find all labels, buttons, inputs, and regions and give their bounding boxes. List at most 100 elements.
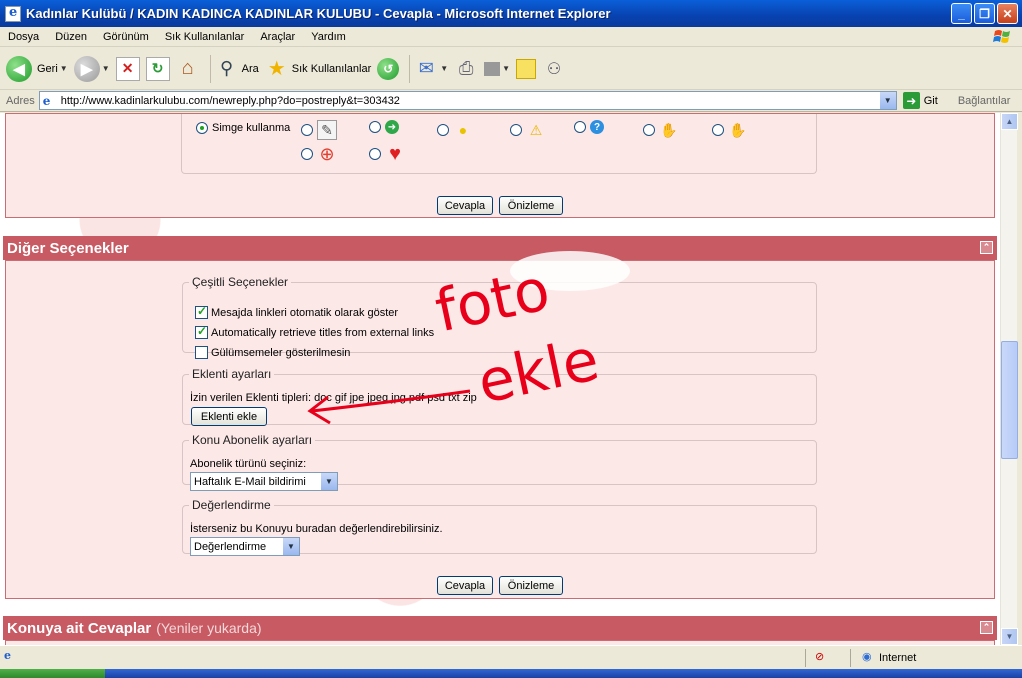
- warning-icon: ⚠: [529, 121, 543, 138]
- scroll-down-icon[interactable]: ▼: [1001, 628, 1018, 645]
- icon-option-question[interactable]: ?: [574, 120, 604, 134]
- icon-option-none[interactable]: Simge kullanma: [196, 122, 290, 134]
- preview-button-bottom[interactable]: Önizleme: [499, 576, 563, 595]
- menu-bar: Dosya Düzen Görünüm Sık Kullanılanlar Ar…: [0, 27, 1022, 47]
- radio-thumbs-up[interactable]: [712, 124, 724, 136]
- icon-option-heart[interactable]: ♥: [369, 142, 405, 165]
- stop-button[interactable]: ✕: [115, 56, 140, 81]
- edit-dropdown-icon[interactable]: ▼: [502, 64, 510, 73]
- rating-legend: Değerlendirme: [192, 498, 271, 512]
- radio-lightbulb[interactable]: [437, 124, 449, 136]
- question-icon: ?: [590, 120, 604, 134]
- radio-heart[interactable]: [369, 148, 381, 160]
- forward-arrow-icon: ▶: [73, 55, 100, 82]
- reply-button-top[interactable]: Cevapla: [437, 196, 493, 215]
- mail-icon: ✉: [418, 58, 434, 78]
- disable-smilies-checkbox[interactable]: [195, 346, 208, 359]
- go-button[interactable]: ➜ Git: [902, 92, 938, 109]
- icon-option-lifebuoy[interactable]: ⊕: [301, 144, 337, 164]
- icon-option-warning[interactable]: ⚠: [510, 120, 546, 140]
- back-dropdown-icon[interactable]: ▼: [60, 64, 68, 73]
- start-button[interactable]: [0, 669, 105, 678]
- address-dropdown-icon[interactable]: ▼: [879, 92, 896, 109]
- messenger-button[interactable]: ⚇: [542, 57, 566, 81]
- icon-option-thumbs-down[interactable]: ✋: [643, 120, 679, 140]
- go-label: Git: [923, 94, 938, 107]
- scroll-thumb[interactable]: [1001, 341, 1018, 459]
- menu-help[interactable]: Yardım: [303, 31, 354, 43]
- back-button[interactable]: ◀ Geri ▼: [6, 55, 68, 82]
- print-button[interactable]: ⎙: [454, 57, 478, 81]
- favorites-button[interactable]: ★ Sık Kullanılanlar: [265, 57, 371, 81]
- radio-thumbs-down[interactable]: [643, 124, 655, 136]
- home-button[interactable]: ⌂: [176, 57, 200, 81]
- toolbar-divider: [409, 54, 411, 83]
- search-button[interactable]: ⚲ Ara: [215, 57, 259, 81]
- heart-icon: ♥: [389, 142, 401, 165]
- rating-selected: Değerlendirme: [194, 540, 267, 553]
- radio-lifebuoy[interactable]: [301, 148, 313, 160]
- collapse-icon[interactable]: ⌃: [980, 621, 993, 634]
- annotation-arrow-line: [311, 389, 471, 413]
- home-icon: ⌂: [181, 57, 194, 79]
- rating-fieldset: Değerlendirme İsterseniz bu Konuyu burad…: [182, 498, 817, 556]
- icon-option-page[interactable]: ✎: [301, 120, 337, 140]
- vertical-scrollbar[interactable]: ▲ ▼: [1000, 113, 1018, 645]
- search-label: Ara: [241, 62, 259, 75]
- rating-select[interactable]: Değerlendirme ▼: [190, 537, 300, 556]
- mail-button[interactable]: ✉ ▼: [414, 57, 448, 81]
- radio-page[interactable]: [301, 124, 313, 136]
- windows-logo-icon: [993, 30, 1010, 43]
- scroll-up-icon[interactable]: ▲: [1001, 113, 1018, 130]
- icon-option-arrow[interactable]: ➜: [369, 120, 399, 134]
- forward-dropdown-icon[interactable]: ▼: [102, 64, 110, 73]
- rating-prompt: İsterseniz bu Konuyu buradan değerlendir…: [190, 523, 443, 535]
- annotation-foto: foto: [430, 255, 556, 345]
- handwritten-annotation: foto ekle: [307, 251, 630, 425]
- note-icon: [516, 58, 537, 79]
- other-options-title: Diğer Seçenekler: [7, 239, 129, 257]
- radio-warning[interactable]: [510, 124, 522, 136]
- icon-option-thumbs-up[interactable]: ✋: [712, 120, 748, 140]
- subscription-select[interactable]: Haftalık E-Mail bildirimi ▼: [190, 472, 338, 491]
- refresh-button[interactable]: ↻: [145, 56, 170, 81]
- radio-none[interactable]: [196, 122, 208, 134]
- retrieve-titles-checkbox[interactable]: [195, 324, 208, 339]
- edit-button[interactable]: ▼: [484, 61, 510, 76]
- attachments-legend: Eklenti ayarları: [192, 367, 272, 381]
- back-arrow-icon: ◀: [6, 55, 32, 82]
- maximize-button[interactable]: ❐: [974, 3, 995, 24]
- replies-header: Konuya ait Cevaplar (Yeniler yukarda) ⌃: [3, 616, 997, 640]
- collapse-icon[interactable]: ⌃: [980, 241, 993, 254]
- radio-arrow[interactable]: [369, 121, 381, 133]
- status-bar: e ⊘ ◉ Internet: [0, 645, 1022, 669]
- history-button[interactable]: ↺: [377, 57, 400, 80]
- mail-dropdown-icon[interactable]: ▼: [440, 64, 448, 73]
- edit-icon: [484, 61, 501, 76]
- radio-question[interactable]: [574, 121, 586, 133]
- page-icon: ✎: [317, 120, 337, 140]
- close-button[interactable]: ✕: [997, 3, 1018, 24]
- menu-tools[interactable]: Araçlar: [252, 31, 303, 43]
- chevron-down-icon[interactable]: ▼: [283, 538, 299, 555]
- forward-button[interactable]: ▶ ▼: [73, 55, 110, 82]
- minimize-button[interactable]: _: [951, 3, 972, 24]
- discuss-button[interactable]: [516, 58, 537, 79]
- status-divider: [850, 649, 851, 667]
- chevron-down-icon[interactable]: ▼: [321, 473, 337, 490]
- reply-button-bottom[interactable]: Cevapla: [437, 576, 493, 595]
- taskbar: [0, 669, 1022, 678]
- menu-view[interactable]: Görünüm: [95, 31, 157, 43]
- menu-edit[interactable]: Düzen: [47, 31, 95, 43]
- no-icon-label: Simge kullanma: [212, 122, 291, 134]
- post-icons-panel: Simge kullanma ✎ ➜ ● ⚠ ? ✋ ✋ ⊕ ♥ Cevapla…: [5, 113, 995, 218]
- menu-file[interactable]: Dosya: [0, 31, 47, 43]
- title-bar: Kadınlar Kulübü / KADIN KADINCA KADINLAR…: [0, 0, 1022, 27]
- preview-button-top[interactable]: Önizleme: [499, 196, 563, 215]
- icon-option-lightbulb[interactable]: ●: [437, 120, 473, 140]
- menu-favorites[interactable]: Sık Kullanılanlar: [157, 31, 253, 43]
- add-attachment-button[interactable]: Eklenti ekle: [191, 407, 267, 426]
- links-label[interactable]: Bağlantılar: [958, 95, 1011, 107]
- auto-links-checkbox[interactable]: [195, 304, 208, 319]
- address-input[interactable]: e http://www.kadinlarkulubu.com/newreply…: [38, 91, 897, 110]
